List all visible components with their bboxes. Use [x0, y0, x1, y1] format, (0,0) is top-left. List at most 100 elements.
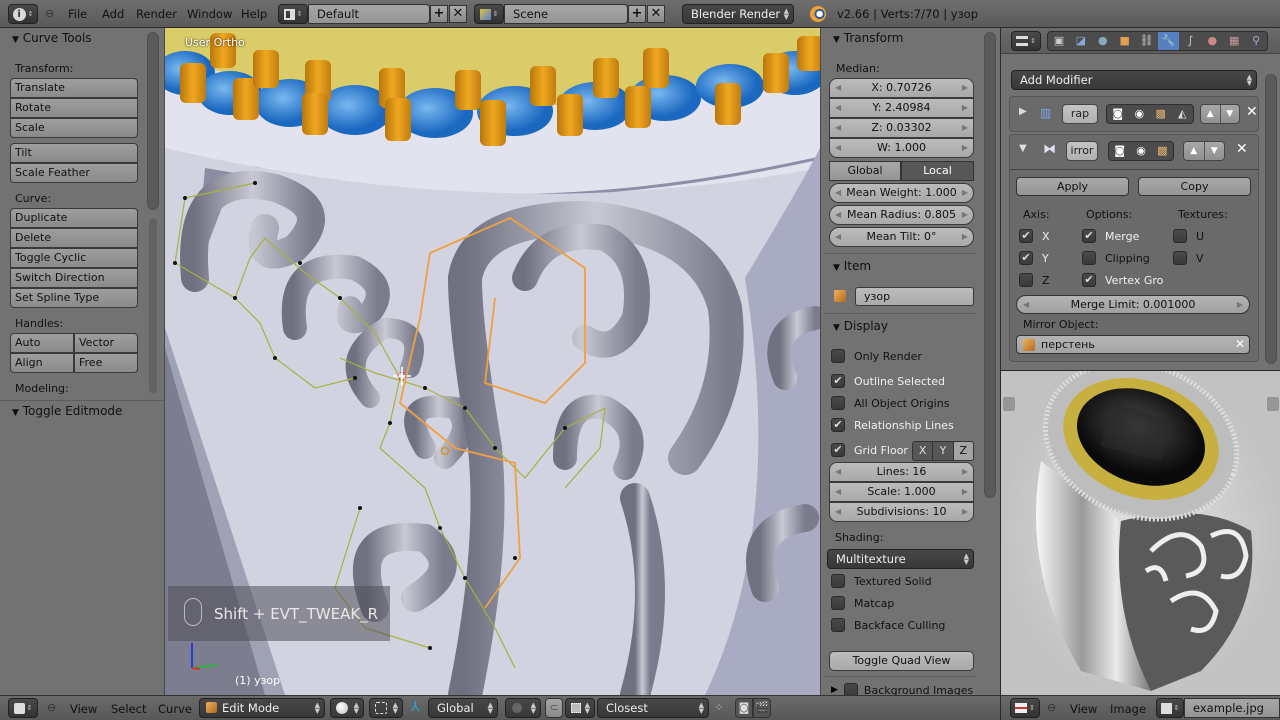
move-down-icon[interactable]: ▼: [1205, 142, 1225, 160]
median-z-field[interactable]: ◀ Z: 0.03302 ▶: [829, 118, 974, 138]
properties-scrollbar[interactable]: [1265, 74, 1277, 364]
menu-file[interactable]: File: [68, 7, 87, 21]
move-down-icon[interactable]: ▼: [1221, 105, 1240, 123]
collapse-menu-icon[interactable]: ⊖: [45, 7, 54, 20]
menu-view[interactable]: View: [70, 702, 97, 716]
add-scene-button[interactable]: +: [628, 5, 646, 23]
grid-axis-z-toggle[interactable]: Z: [953, 442, 973, 460]
remove-screen-button[interactable]: ✕: [449, 5, 467, 23]
transform-panel-header[interactable]: ▼ Transform: [833, 31, 903, 45]
only-render-checkbox[interactable]: Only Render: [831, 349, 922, 363]
merge-checkbox[interactable]: ✔ Merge: [1082, 229, 1139, 243]
increment-arrow-icon[interactable]: ▶: [1237, 296, 1243, 313]
decrement-arrow-icon[interactable]: ◀: [1023, 296, 1029, 313]
mean-tilt-field[interactable]: ◀ Mean Tilt: 0° ▶: [829, 227, 974, 247]
mean-weight-field[interactable]: ◀ Mean Weight: 1.000 ▶: [829, 183, 974, 203]
scale-button[interactable]: Scale: [10, 118, 138, 138]
grid-axis-y-toggle[interactable]: Y: [933, 442, 954, 460]
item-panel-header[interactable]: ▼ Item: [833, 259, 871, 273]
grid-scale-field[interactable]: ◀ Scale: 1.000 ▶: [829, 482, 974, 502]
merge-limit-field[interactable]: ◀ Merge Limit: 0.001000 ▶: [1016, 295, 1250, 314]
handle-free-button[interactable]: Free: [74, 353, 138, 373]
apply-button[interactable]: Apply: [1016, 177, 1129, 196]
viewport-eye-icon[interactable]: ◉: [1130, 142, 1151, 160]
material-tab-icon[interactable]: ●: [1201, 32, 1223, 50]
data-tab-curve-icon[interactable]: ∫: [1179, 32, 1201, 50]
object-name-field[interactable]: узор: [855, 287, 974, 306]
menu-view[interactable]: View: [1070, 702, 1097, 716]
relationship-lines-checkbox[interactable]: ✔ Relationship Lines: [831, 418, 954, 432]
mean-radius-field[interactable]: ◀ Mean Radius: 0.805 ▶: [829, 205, 974, 225]
constraints-tab-icon[interactable]: ⛓: [1136, 32, 1158, 50]
opengl-render-animation-icon[interactable]: 🎬: [753, 698, 771, 718]
editor-type-image-button[interactable]: ⇕: [1010, 698, 1040, 718]
collapse-menu-icon[interactable]: ⊖: [47, 701, 56, 714]
collapse-modifier-triangle-icon[interactable]: ▼: [1019, 143, 1027, 154]
rotate-button[interactable]: Rotate: [10, 98, 138, 118]
grid-lines-field[interactable]: ◀ Lines: 16 ▶: [829, 462, 974, 482]
render-engine-dropdown[interactable]: Blender Render ▲ ▼: [682, 4, 794, 24]
vertex-group-checkbox[interactable]: ✔ Vertex Gro: [1082, 273, 1163, 287]
expand-modifier-triangle-icon[interactable]: ▶: [1019, 106, 1027, 117]
delete-button[interactable]: Delete: [10, 228, 138, 248]
move-up-icon[interactable]: ▲: [1184, 142, 1205, 160]
editor-type-info-button[interactable]: i ⇕: [8, 4, 38, 24]
toggle-cyclic-button[interactable]: Toggle Cyclic: [10, 248, 138, 268]
screen-layout-selector[interactable]: ⇕: [278, 4, 308, 24]
editor-type-properties-button[interactable]: ⇕: [1011, 31, 1041, 51]
browse-image-button[interactable]: ⇕: [1156, 698, 1184, 718]
texture-v-checkbox[interactable]: V: [1173, 251, 1204, 265]
snap-element-dropdown[interactable]: ▲ ▼: [565, 698, 595, 718]
clear-mirror-object-icon[interactable]: ✕: [1235, 336, 1245, 353]
snap-target-dropdown[interactable]: Closest ▲ ▼: [597, 698, 709, 718]
menu-help[interactable]: Help: [241, 7, 267, 21]
menu-select[interactable]: Select: [111, 702, 146, 716]
scale-feather-button[interactable]: Scale Feather: [10, 163, 138, 183]
render-camera-icon[interactable]: ◙: [1107, 105, 1129, 123]
set-spline-type-button[interactable]: Set Spline Type: [10, 288, 138, 308]
viewport-eye-icon[interactable]: ◉: [1129, 105, 1151, 123]
mode-dropdown[interactable]: Edit Mode ▲ ▼: [199, 698, 325, 718]
viewport-shading-dropdown[interactable]: ▲ ▼: [330, 698, 364, 718]
editmode-icon[interactable]: ▩: [1152, 142, 1173, 160]
add-screen-button[interactable]: +: [430, 5, 448, 23]
add-modifier-dropdown[interactable]: Add Modifier ▲ ▼: [1011, 70, 1257, 90]
median-w-field[interactable]: ◀ W: 1.000 ▶: [829, 138, 974, 158]
display-panel-header[interactable]: ▼ Display: [833, 319, 888, 333]
tool-shelf-scrollbar[interactable]: [147, 32, 159, 210]
outline-selected-checkbox[interactable]: ✔ Outline Selected: [831, 374, 945, 388]
transform-orientation-dropdown[interactable]: Global ▲ ▼: [428, 698, 498, 718]
snap-magnet-icon[interactable]: ⊂: [545, 698, 563, 718]
scene-selector[interactable]: ⇕: [474, 4, 504, 24]
render-tab-icon[interactable]: ▣: [1048, 32, 1070, 50]
texture-u-checkbox[interactable]: U: [1173, 229, 1204, 243]
menu-render[interactable]: Render: [136, 7, 177, 21]
scene-field[interactable]: Scene: [504, 4, 628, 24]
manipulator-axes-icon[interactable]: ⅄: [411, 699, 427, 715]
axis-y-checkbox[interactable]: ✔ Y: [1019, 251, 1049, 265]
clipping-checkbox[interactable]: Clipping: [1082, 251, 1150, 265]
editor-type-3d-view-button[interactable]: ⇕: [8, 698, 38, 718]
handle-align-button[interactable]: Align: [10, 353, 74, 373]
world-tab-icon[interactable]: ●: [1092, 32, 1114, 50]
screen-layout-field[interactable]: Default: [308, 4, 430, 24]
remove-modifier-2-icon[interactable]: ✕: [1236, 141, 1248, 157]
n-panel-scrollbar[interactable]: [984, 32, 996, 498]
menu-image[interactable]: Image: [1110, 702, 1146, 716]
grid-floor-checkbox[interactable]: ✔ Grid Floor: [831, 443, 908, 457]
duplicate-button[interactable]: Duplicate: [10, 208, 138, 228]
toggle-editmode-header[interactable]: ▼ Toggle Editmode: [12, 404, 122, 418]
axis-z-checkbox[interactable]: Z: [1019, 273, 1050, 287]
matcap-checkbox[interactable]: Matcap: [831, 596, 894, 610]
global-toggle[interactable]: Global: [829, 161, 901, 181]
modifier-2-name-field[interactable]: irror: [1066, 141, 1098, 161]
remove-modifier-1-icon[interactable]: ✕: [1246, 104, 1258, 120]
editmode-icon[interactable]: ▩: [1150, 105, 1172, 123]
median-x-field[interactable]: ◀ X: 0.70726 ▶: [829, 78, 974, 98]
translate-button[interactable]: Translate: [10, 78, 138, 98]
tilt-button[interactable]: Tilt: [10, 143, 138, 163]
mirror-object-field[interactable]: перстень ✕: [1016, 335, 1250, 354]
switch-direction-button[interactable]: Switch Direction: [10, 268, 138, 288]
shading-dropdown[interactable]: Multitexture ▲ ▼: [827, 549, 974, 569]
backface-culling-checkbox[interactable]: Backface Culling: [831, 618, 945, 632]
